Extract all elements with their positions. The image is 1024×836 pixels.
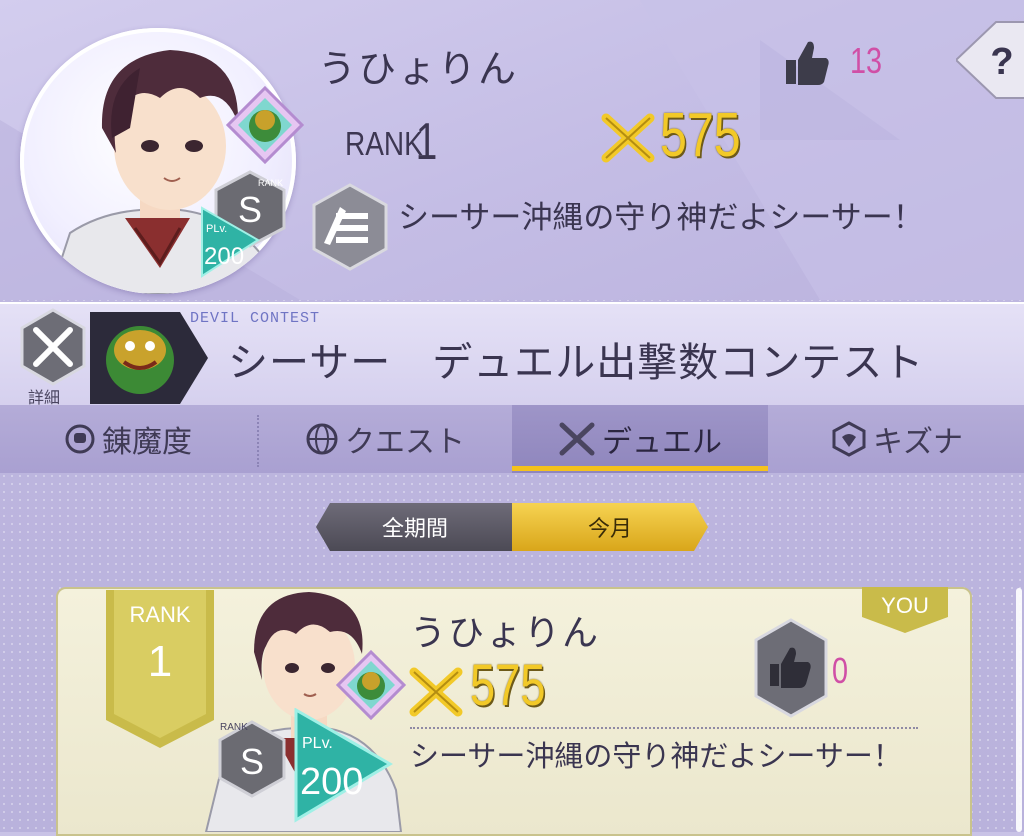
grade-letter: S: [240, 741, 264, 782]
thumbs-up-icon[interactable]: [782, 38, 832, 88]
grade-letter: S: [238, 189, 262, 230]
rank-level-badge: S RANK PLv. 200: [201, 170, 286, 278]
contest-banner[interactable]: 詳細 DEVIL CONTEST シーサー デュエル出撃数コンテスト: [0, 302, 1024, 407]
grade-label: RANK: [220, 722, 248, 733]
player-name: うひょりん: [318, 47, 519, 91]
period-month-button[interactable]: 今月: [512, 503, 708, 551]
period-all-button[interactable]: 全期間: [316, 503, 514, 551]
crossed-swords-icon: [559, 422, 595, 456]
level-label: PLv.: [206, 223, 227, 235]
level-label: PLv.: [302, 735, 333, 752]
rank-label: RANK: [345, 124, 423, 162]
helmet-icon: [65, 424, 95, 454]
ranking-player-comment: シーサー沖縄の守り神だよシーサー！: [410, 739, 902, 773]
ribbon-rank-value: 1: [148, 637, 172, 686]
tab-kizuna[interactable]: キズナ: [770, 405, 1024, 473]
grade-label: RANK: [258, 178, 283, 188]
you-label: YOU: [881, 593, 929, 618]
level-value: 200: [300, 761, 363, 803]
crossed-swords-icon: [601, 113, 655, 163]
tab-quest[interactable]: クエスト: [258, 405, 512, 473]
tab-label: キズナ: [873, 425, 963, 460]
player-comment: シーサー沖縄の守り神だよシーサー！: [398, 200, 924, 236]
list-scrollbar[interactable]: [1016, 588, 1022, 832]
contest-title: シーサー デュエル出撃数コンテスト: [228, 340, 925, 386]
crossed-swords-icon: [409, 667, 463, 717]
bond-icon: [832, 421, 866, 457]
level-value: 200: [204, 243, 244, 270]
ranking-rank-level-badge: S RANK PLv. 200: [218, 708, 393, 823]
help-button[interactable]: ?: [956, 20, 1024, 100]
battle-power: 575: [660, 101, 741, 170]
ranking-likes-count: 0: [832, 650, 849, 691]
tab-duel[interactable]: デュエル: [512, 405, 768, 473]
ribbon-rank-label: RANK: [129, 602, 190, 627]
ranking-player-name: うひょりん: [410, 613, 601, 654]
shisa-crest-icon: [226, 86, 304, 164]
likes-count: 13: [850, 40, 883, 81]
tab-label: クエスト: [345, 425, 465, 460]
rank-value: 1: [415, 113, 438, 171]
tab-label: 錬魔度: [102, 425, 192, 460]
contest-subtitle: DEVIL CONTEST: [190, 310, 321, 327]
help-icon: ?: [990, 41, 1013, 83]
you-badge: YOU: [862, 587, 948, 633]
tab-renmado[interactable]: 錬魔度: [0, 405, 256, 473]
globe-icon: [306, 423, 338, 455]
comment-icon: [312, 183, 388, 271]
ranking-tabs: 錬魔度 クエスト デュエル キズナ: [0, 405, 1024, 473]
like-button[interactable]: [754, 618, 828, 718]
ranking-battle-power: 575: [470, 653, 546, 718]
tab-label: デュエル: [602, 425, 722, 460]
card-divider: [410, 727, 918, 729]
